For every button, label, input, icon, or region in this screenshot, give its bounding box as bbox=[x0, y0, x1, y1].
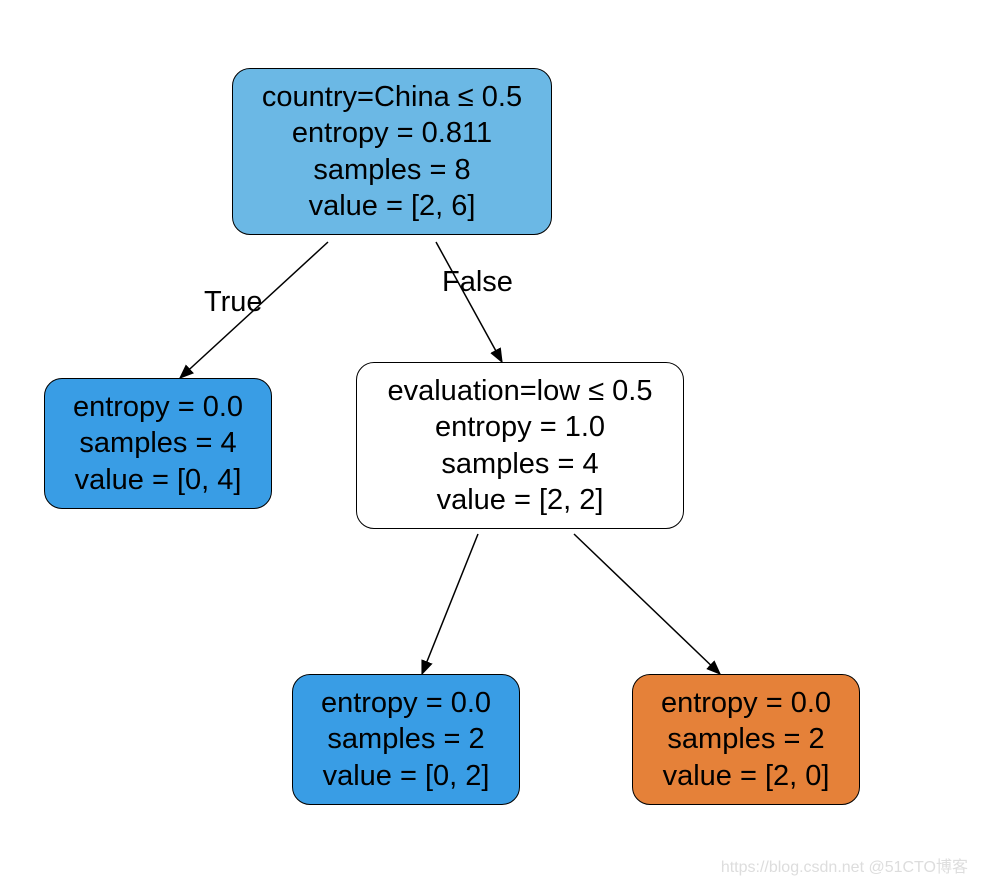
bottom-right-entropy: entropy = 0.0 bbox=[649, 685, 843, 721]
root-samples: samples = 8 bbox=[249, 152, 535, 188]
bottom-right-samples: samples = 2 bbox=[649, 721, 843, 757]
root-node: country=China ≤ 0.5 entropy = 0.811 samp… bbox=[232, 68, 552, 235]
root-split: country=China ≤ 0.5 bbox=[249, 79, 535, 115]
internal-value: value = [2, 2] bbox=[373, 482, 667, 518]
left-leaf-samples: samples = 4 bbox=[61, 425, 255, 461]
edge-internal-right bbox=[574, 534, 720, 674]
decision-tree-diagram: country=China ≤ 0.5 entropy = 0.811 samp… bbox=[0, 0, 988, 889]
bottom-right-value: value = [2, 0] bbox=[649, 758, 843, 794]
left-leaf-entropy: entropy = 0.0 bbox=[61, 389, 255, 425]
watermark-text: https://blog.csdn.net @51CTO博客 bbox=[721, 853, 968, 877]
internal-samples: samples = 4 bbox=[373, 446, 667, 482]
bottom-left-value: value = [0, 2] bbox=[309, 758, 503, 794]
bottom-left-samples: samples = 2 bbox=[309, 721, 503, 757]
bottom-left-leaf-node: entropy = 0.0 samples = 2 value = [0, 2] bbox=[292, 674, 520, 805]
internal-node: evaluation=low ≤ 0.5 entropy = 1.0 sampl… bbox=[356, 362, 684, 529]
false-edge-label: False bbox=[442, 266, 513, 299]
left-leaf-value: value = [0, 4] bbox=[61, 462, 255, 498]
true-edge-label: True bbox=[204, 286, 263, 319]
edge-internal-left bbox=[422, 534, 478, 674]
internal-entropy: entropy = 1.0 bbox=[373, 409, 667, 445]
root-entropy: entropy = 0.811 bbox=[249, 115, 535, 151]
bottom-left-entropy: entropy = 0.0 bbox=[309, 685, 503, 721]
root-value: value = [2, 6] bbox=[249, 188, 535, 224]
bottom-right-leaf-node: entropy = 0.0 samples = 2 value = [2, 0] bbox=[632, 674, 860, 805]
left-leaf-node: entropy = 0.0 samples = 4 value = [0, 4] bbox=[44, 378, 272, 509]
internal-split: evaluation=low ≤ 0.5 bbox=[373, 373, 667, 409]
edge-root-right bbox=[436, 242, 502, 362]
